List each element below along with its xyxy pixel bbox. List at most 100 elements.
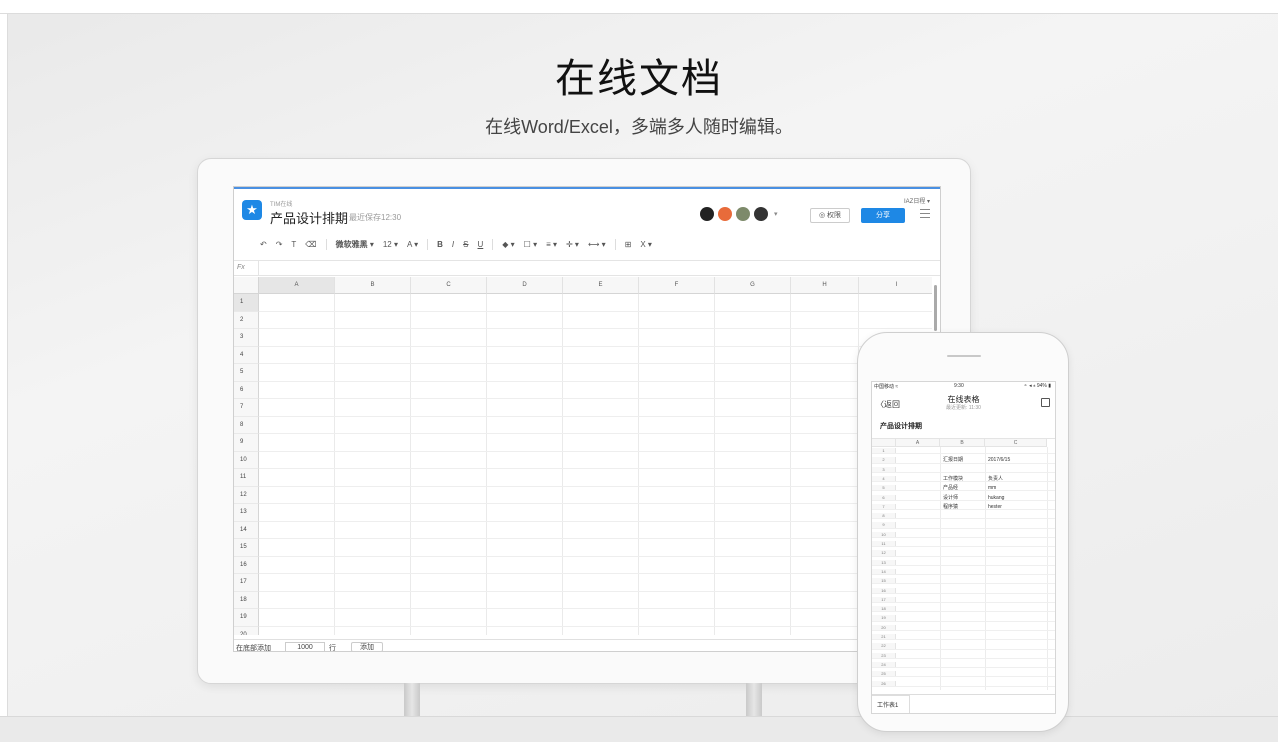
mobile-table-row[interactable]: 4 工作模块 负责人 bbox=[872, 475, 1055, 483]
row-header[interactable]: 15 bbox=[234, 539, 259, 557]
mobile-select-all-corner[interactable] bbox=[872, 439, 896, 447]
select-all-corner[interactable] bbox=[234, 277, 259, 294]
mobile-back-button[interactable]: 〈返回 bbox=[876, 399, 900, 410]
mobile-table-row[interactable]: 26 bbox=[872, 680, 1055, 687]
row-header[interactable]: 20 bbox=[234, 626, 259, 635]
share-button[interactable]: 分享 bbox=[861, 208, 905, 223]
bold-button[interactable]: B bbox=[437, 240, 443, 249]
mobile-cell-c[interactable]: hester bbox=[988, 504, 1002, 510]
mobile-row-header[interactable]: 10 bbox=[872, 531, 896, 537]
fill-color-button[interactable]: ◆ ▾ bbox=[502, 240, 514, 249]
hamburger-menu-icon[interactable] bbox=[920, 209, 930, 219]
mobile-row-header[interactable]: 23 bbox=[872, 652, 896, 658]
mobile-row-header[interactable]: 25 bbox=[872, 671, 896, 677]
mobile-row-header[interactable]: 11 bbox=[872, 541, 896, 547]
mobile-table-row[interactable]: 10 bbox=[872, 531, 1055, 538]
collaborator-avatar[interactable] bbox=[700, 207, 714, 221]
row-header[interactable]: 18 bbox=[234, 591, 259, 609]
row-header[interactable]: 4 bbox=[234, 346, 259, 364]
mobile-cell-c[interactable]: hukang bbox=[988, 495, 1004, 501]
insert-button[interactable]: ⊞ bbox=[625, 240, 632, 249]
mobile-table-row[interactable]: 6 设计师 hukang bbox=[872, 494, 1055, 501]
column-header[interactable]: A bbox=[259, 277, 335, 294]
mobile-cell-b[interactable]: 汇报日期 bbox=[943, 457, 963, 463]
row-header[interactable]: 2 bbox=[234, 311, 259, 329]
merge-cells-button[interactable]: ⟷ ▾ bbox=[588, 240, 606, 249]
mobile-row-header[interactable]: 6 bbox=[872, 494, 896, 500]
collaborator-avatars[interactable]: ▾ bbox=[700, 207, 778, 221]
strikethrough-button[interactable]: S bbox=[463, 240, 468, 249]
spreadsheet-grid[interactable]: A B C D E F G H I 1 2 3 4 5 6 7 8 9 10 11 12 13 14 15 16 17 18 19 20 bbox=[234, 277, 932, 635]
document-title[interactable]: 产品设计排期 bbox=[270, 208, 348, 227]
mobile-row-header[interactable]: 15 bbox=[872, 578, 896, 584]
column-header[interactable]: F bbox=[639, 277, 715, 294]
mobile-cell-b[interactable]: 设计师 bbox=[943, 495, 958, 501]
clear-format-icon[interactable]: ⌫ bbox=[305, 240, 316, 249]
mobile-table-row[interactable]: 2 汇报日期 2017/6/15 bbox=[872, 457, 1055, 464]
mobile-cell-c[interactable]: mm bbox=[988, 485, 996, 491]
add-rows-button[interactable]: 添加 bbox=[351, 642, 383, 651]
mobile-cell-b[interactable]: 产品经 bbox=[943, 485, 958, 491]
collaborator-avatar[interactable] bbox=[736, 207, 750, 221]
mobile-row-header[interactable]: 4 bbox=[872, 475, 896, 482]
mobile-share-icon[interactable] bbox=[1041, 398, 1050, 407]
borders-button[interactable]: ☐ ▾ bbox=[524, 240, 537, 249]
mobile-table-row[interactable]: 16 bbox=[872, 587, 1055, 594]
mobile-row-header[interactable]: 7 bbox=[872, 503, 896, 510]
column-header[interactable]: I bbox=[859, 277, 932, 294]
more-button[interactable]: X ▾ bbox=[640, 240, 652, 249]
user-menu[interactable]: IAZ日程 ▾ bbox=[904, 196, 930, 205]
font-color-button[interactable]: A ▾ bbox=[407, 240, 418, 249]
mobile-table-row[interactable]: 9 bbox=[872, 522, 1055, 529]
row-header[interactable]: 3 bbox=[234, 329, 259, 347]
mobile-row-header[interactable]: 18 bbox=[872, 606, 896, 612]
mobile-row-header[interactable]: 13 bbox=[872, 559, 896, 565]
row-header[interactable]: 8 bbox=[234, 416, 259, 434]
mobile-cell-b[interactable]: 工作模块 bbox=[943, 476, 963, 482]
mobile-column-header[interactable]: C bbox=[985, 439, 1047, 447]
column-header[interactable]: G bbox=[715, 277, 791, 294]
row-header[interactable]: 12 bbox=[234, 486, 259, 504]
permission-button[interactable]: ◎ 权限 bbox=[810, 208, 850, 223]
row-header[interactable]: 9 bbox=[234, 434, 259, 452]
mobile-grid[interactable]: A B C 1 2 汇报日期 2017/6/15 3 4 工作模块 负责人 5 产品经 mm 6 设计师 huk… bbox=[872, 438, 1055, 690]
row-header[interactable]: 7 bbox=[234, 399, 259, 417]
row-header[interactable]: 19 bbox=[234, 609, 259, 627]
row-header[interactable]: 16 bbox=[234, 556, 259, 574]
column-header[interactable]: E bbox=[563, 277, 639, 294]
mobile-row-header[interactable]: 24 bbox=[872, 661, 896, 668]
mobile-table-row[interactable]: 20 bbox=[872, 624, 1055, 631]
format-painter-icon[interactable]: T bbox=[291, 240, 296, 249]
collaborator-avatar[interactable] bbox=[718, 207, 732, 221]
vertical-align-button[interactable]: ✛ ▾ bbox=[566, 240, 579, 249]
mobile-table-row[interactable]: 5 产品经 mm bbox=[872, 485, 1055, 492]
mobile-table-row[interactable]: 14 bbox=[872, 568, 1055, 576]
mobile-row-header[interactable]: 17 bbox=[872, 596, 896, 603]
mobile-table-row[interactable]: 19 bbox=[872, 615, 1055, 622]
row-count-input[interactable]: 1000 bbox=[285, 642, 325, 651]
row-header[interactable]: 6 bbox=[234, 381, 259, 399]
formula-bar[interactable]: Fx bbox=[234, 260, 940, 276]
collaborator-avatar[interactable] bbox=[754, 207, 768, 221]
column-header[interactable]: C bbox=[411, 277, 487, 294]
row-header[interactable]: 10 bbox=[234, 451, 259, 469]
mobile-table-row[interactable]: 21 bbox=[872, 634, 1055, 641]
mobile-row-header[interactable]: 5 bbox=[872, 485, 896, 491]
mobile-table-row[interactable]: 1 bbox=[872, 448, 1055, 455]
mobile-column-header[interactable]: A bbox=[896, 439, 940, 447]
mobile-table-row[interactable]: 17 bbox=[872, 596, 1055, 604]
mobile-table-row[interactable]: 11 bbox=[872, 541, 1055, 548]
mobile-table-row[interactable]: 22 bbox=[872, 643, 1055, 650]
mobile-table-row[interactable]: 8 bbox=[872, 513, 1055, 520]
mobile-column-header[interactable]: B bbox=[940, 439, 985, 447]
redo-icon[interactable]: ↷ bbox=[276, 240, 283, 249]
mobile-row-header[interactable]: 9 bbox=[872, 522, 896, 528]
vertical-scrollbar[interactable] bbox=[934, 285, 937, 331]
mobile-row-header[interactable]: 21 bbox=[872, 634, 896, 640]
mobile-row-header[interactable]: 14 bbox=[872, 568, 896, 575]
row-header[interactable]: 13 bbox=[234, 504, 259, 522]
mobile-row-header[interactable]: 16 bbox=[872, 587, 896, 593]
row-header[interactable]: 1 bbox=[234, 294, 259, 312]
mobile-row-header[interactable]: 20 bbox=[872, 624, 896, 630]
mobile-row-header[interactable]: 22 bbox=[872, 643, 896, 649]
